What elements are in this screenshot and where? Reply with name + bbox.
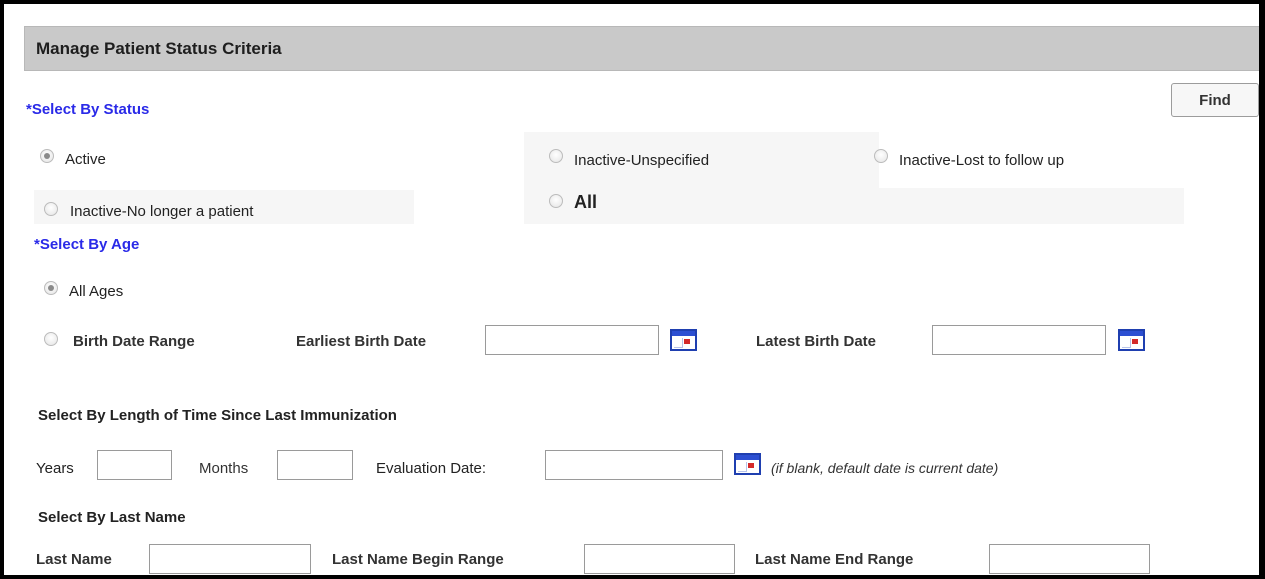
last-name-end-range-input[interactable] (989, 544, 1150, 574)
select-by-status-label: *Select By Status (26, 101, 150, 118)
panel-title: Manage Patient Status Criteria (36, 39, 282, 58)
status-all-label: All (574, 192, 598, 212)
select-by-last-name-label: Select By Last Name (38, 509, 186, 526)
status-inactive-no-longer-radio[interactable] (44, 202, 58, 216)
status-inactive-unspecified-label: Inactive-Unspecified (574, 152, 710, 169)
evaluation-date-input[interactable] (545, 450, 723, 480)
status-active-radio[interactable] (40, 149, 54, 163)
latest-birth-date-label: Latest Birth Date (756, 333, 877, 350)
status-inactive-no-longer-label: Inactive-No longer a patient (70, 203, 254, 220)
evaluation-date-note: (if blank, default date is current date) (771, 460, 999, 476)
latest-birth-date-input[interactable] (932, 325, 1106, 355)
last-name-end-range-label: Last Name End Range (755, 551, 914, 568)
last-name-input[interactable] (149, 544, 311, 574)
age-birth-range-radio[interactable] (44, 332, 58, 346)
status-inactive-unspecified-radio[interactable] (549, 149, 563, 163)
status-row-band-3 (524, 188, 1184, 224)
age-all-radio[interactable] (44, 281, 58, 295)
months-label: Months (199, 460, 249, 477)
earliest-birth-date-input[interactable] (485, 325, 659, 355)
last-name-label: Last Name (36, 551, 112, 568)
earliest-birth-date-label: Earliest Birth Date (296, 333, 427, 350)
select-by-immunization-label: Select By Length of Time Since Last Immu… (38, 407, 397, 424)
panel-header: Manage Patient Status Criteria (24, 26, 1259, 71)
last-name-begin-range-label: Last Name Begin Range (332, 551, 504, 568)
select-by-age-label: *Select By Age (34, 236, 140, 253)
years-input[interactable] (97, 450, 172, 480)
calendar-icon[interactable] (670, 329, 697, 351)
status-inactive-lost-label: Inactive-Lost to follow up (899, 152, 1065, 169)
calendar-icon[interactable] (734, 453, 761, 475)
find-button[interactable]: Find (1171, 83, 1259, 117)
evaluation-date-label: Evaluation Date: (376, 460, 487, 477)
status-inactive-lost-radio[interactable] (874, 149, 888, 163)
age-birth-range-label: Birth Date Range (73, 333, 195, 350)
years-label: Years (36, 460, 74, 477)
last-name-begin-range-input[interactable] (584, 544, 735, 574)
criteria-panel: Manage Patient Status Criteria Find *Sel… (0, 0, 1265, 579)
age-all-label: All Ages (69, 283, 124, 300)
status-all-radio[interactable] (549, 194, 563, 208)
status-active-label: Active (65, 151, 106, 168)
calendar-icon[interactable] (1118, 329, 1145, 351)
months-input[interactable] (277, 450, 353, 480)
